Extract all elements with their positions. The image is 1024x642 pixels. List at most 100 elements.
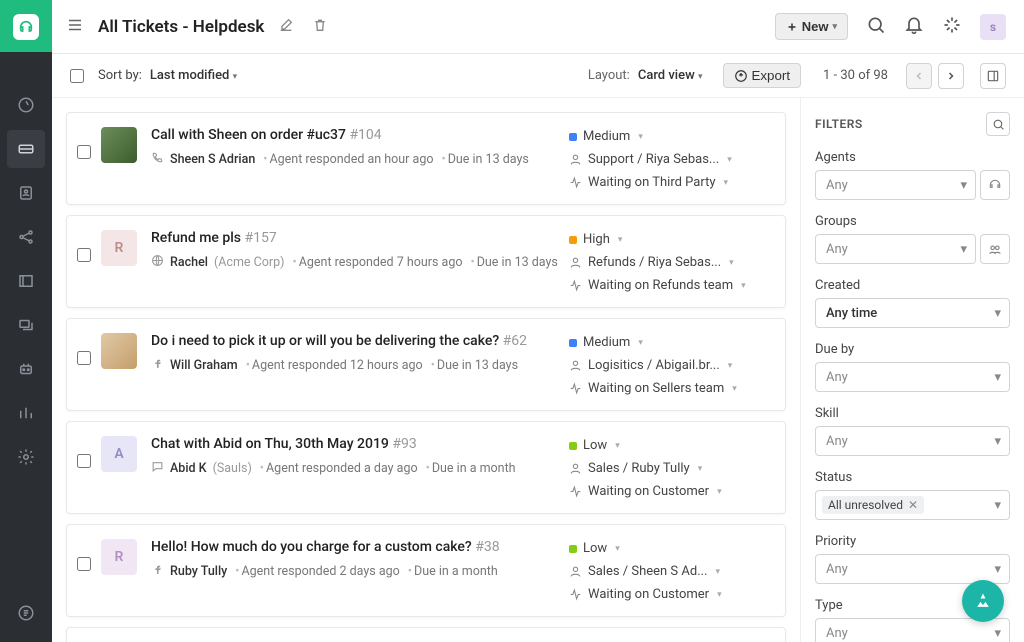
ticket-activity: Agent responded a day ago — [258, 461, 418, 476]
ticket-card[interactable]: Call with Sheen on order #uc37 #104 Shee… — [66, 112, 786, 205]
filter-agents-me-button[interactable] — [980, 170, 1010, 200]
freshworks-fab[interactable] — [962, 580, 1004, 622]
menu-toggle-icon[interactable] — [66, 16, 84, 38]
priority-dropdown[interactable]: Low▾ — [569, 541, 769, 556]
chevron-down-icon: ▾ — [728, 361, 733, 371]
priority-indicator — [569, 133, 577, 141]
nav-dashboard[interactable] — [7, 86, 45, 124]
priority-indicator — [569, 545, 577, 553]
layout-toggle-icon[interactable] — [980, 63, 1006, 89]
ticket-card[interactable]: Do i need to pick it up or will you be d… — [66, 318, 786, 411]
activity-icon — [569, 485, 582, 498]
channel-icon — [151, 563, 164, 580]
sparkle-icon[interactable] — [942, 15, 962, 39]
chevron-down-icon: ▾ — [715, 567, 720, 577]
assignee-dropdown[interactable]: Refunds / Riya Sebas...▾ — [569, 255, 769, 270]
chevron-down-icon: ▾ — [615, 441, 620, 451]
priority-dropdown[interactable]: Medium▾ — [569, 335, 769, 350]
layout-dropdown[interactable]: Card view ▾ — [638, 68, 703, 83]
nav-forums[interactable] — [7, 306, 45, 344]
nav-tickets[interactable] — [7, 130, 45, 168]
new-button[interactable]: New ▾ — [775, 13, 848, 40]
chevron-down-icon: ▾ — [717, 487, 722, 497]
assignee-label: Sales / Ruby Tully — [588, 461, 690, 476]
filter-dueby-select[interactable]: Any▾ — [815, 362, 1010, 392]
assignee-dropdown[interactable]: Sales / Ruby Tully ▾ — [569, 461, 769, 476]
priority-dropdown[interactable]: High ▾ — [569, 232, 769, 247]
filter-status-label: Status — [815, 470, 1010, 485]
priority-dropdown[interactable]: Low ▾ — [569, 438, 769, 453]
user-icon — [569, 565, 582, 578]
nav-reports[interactable] — [7, 394, 45, 432]
ticket-due: Due in 13 days — [439, 152, 528, 167]
ticket-responder[interactable]: Sheen S Adrian — [170, 152, 255, 167]
user-avatar[interactable]: s — [980, 14, 1006, 40]
ticket-company: (Acme Corp) — [214, 255, 285, 270]
ticket-title[interactable]: Refund me pls #157 — [151, 230, 569, 246]
nav-solutions[interactable] — [7, 262, 45, 300]
ticket-responder[interactable]: Ruby Tully — [170, 564, 227, 579]
priority-indicator — [569, 442, 577, 450]
notifications-icon[interactable] — [904, 15, 924, 39]
prev-page-button[interactable] — [906, 63, 932, 89]
filter-skill-select[interactable]: Any▾ — [815, 426, 1010, 456]
channel-icon — [151, 254, 164, 271]
status-dropdown[interactable]: Waiting on Customer▾ — [569, 587, 769, 602]
assignee-dropdown[interactable]: Sales / Sheen S Ad...▾ — [569, 564, 769, 579]
ticket-card[interactable]: A Chat with Abid on Thu, 30th May 2019 #… — [66, 421, 786, 514]
ticket-checkbox[interactable] — [77, 557, 91, 571]
priority-label: High — [583, 232, 610, 247]
ticket-checkbox[interactable] — [77, 145, 91, 159]
nav-marketplace[interactable] — [17, 604, 35, 626]
channel-icon — [151, 151, 164, 168]
ticket-checkbox[interactable] — [77, 248, 91, 262]
filter-status-select[interactable]: All unresolved✕ ▾ — [815, 490, 1010, 520]
ticket-due: Due in a month — [406, 564, 498, 579]
status-dropdown[interactable]: Waiting on Refunds team▾ — [569, 278, 769, 293]
activity-icon — [569, 176, 582, 189]
chevron-down-icon: ▾ — [698, 464, 703, 474]
filter-groups-me-button[interactable] — [980, 234, 1010, 264]
nav-bot[interactable] — [7, 350, 45, 388]
ticket-title[interactable]: Hello! How much do you charge for a cust… — [151, 539, 569, 555]
export-button[interactable]: Export — [723, 63, 802, 88]
edit-view-icon[interactable] — [278, 17, 294, 37]
assignee-dropdown[interactable]: Support / Riya Sebas...▾ — [569, 152, 769, 167]
status-label: Waiting on Customer — [588, 484, 709, 499]
ticket-checkbox[interactable] — [77, 454, 91, 468]
filter-agents-select[interactable]: Any▾ — [815, 170, 976, 200]
nav-admin[interactable] — [7, 438, 45, 476]
status-dropdown[interactable]: Waiting on Third Party▾ — [569, 175, 769, 190]
nav-contacts[interactable] — [7, 174, 45, 212]
assignee-dropdown[interactable]: Logisitics / Abigail.br...▾ — [569, 358, 769, 373]
filter-status-tag[interactable]: All unresolved✕ — [822, 496, 924, 514]
next-page-button[interactable] — [938, 63, 964, 89]
filter-created-select[interactable]: Any time▾ — [815, 298, 1010, 328]
ticket-responder[interactable]: Will Graham — [170, 358, 238, 373]
filter-groups-select[interactable]: Any▾ — [815, 234, 976, 264]
ticket-title[interactable]: Do i need to pick it up or will you be d… — [151, 333, 569, 349]
ticket-checkbox[interactable] — [77, 351, 91, 365]
ticket-card[interactable]: R Refund me pls #157 Rachel (Acme Corp) … — [66, 215, 786, 308]
chevron-down-icon: ▾ — [618, 235, 623, 245]
sort-dropdown[interactable]: Last modified ▾ — [150, 68, 237, 83]
remove-tag-icon[interactable]: ✕ — [908, 498, 918, 512]
filter-search-icon[interactable] — [986, 112, 1010, 136]
channel-icon — [151, 460, 164, 477]
delete-view-icon[interactable] — [312, 17, 328, 37]
search-icon[interactable] — [866, 15, 886, 39]
ticket-responder[interactable]: Rachel — [170, 255, 208, 270]
ticket-responder[interactable]: Abid K — [170, 461, 207, 476]
status-dropdown[interactable]: Waiting on Sellers team▾ — [569, 381, 769, 396]
ticket-card[interactable]: S Update on order #uc928 #94 Sara Agent … — [66, 627, 786, 642]
ticket-avatar — [101, 127, 137, 163]
ticket-card[interactable]: R Hello! How much do you charge for a cu… — [66, 524, 786, 617]
priority-label: Low — [583, 438, 607, 453]
brand-logo[interactable] — [13, 14, 39, 40]
ticket-title[interactable]: Chat with Abid on Thu, 30th May 2019 #93 — [151, 436, 569, 452]
select-all-checkbox[interactable] — [70, 69, 84, 83]
status-dropdown[interactable]: Waiting on Customer ▾ — [569, 484, 769, 499]
ticket-title[interactable]: Call with Sheen on order #uc37 #104 — [151, 127, 569, 143]
priority-dropdown[interactable]: Medium▾ — [569, 129, 769, 144]
nav-social[interactable] — [7, 218, 45, 256]
